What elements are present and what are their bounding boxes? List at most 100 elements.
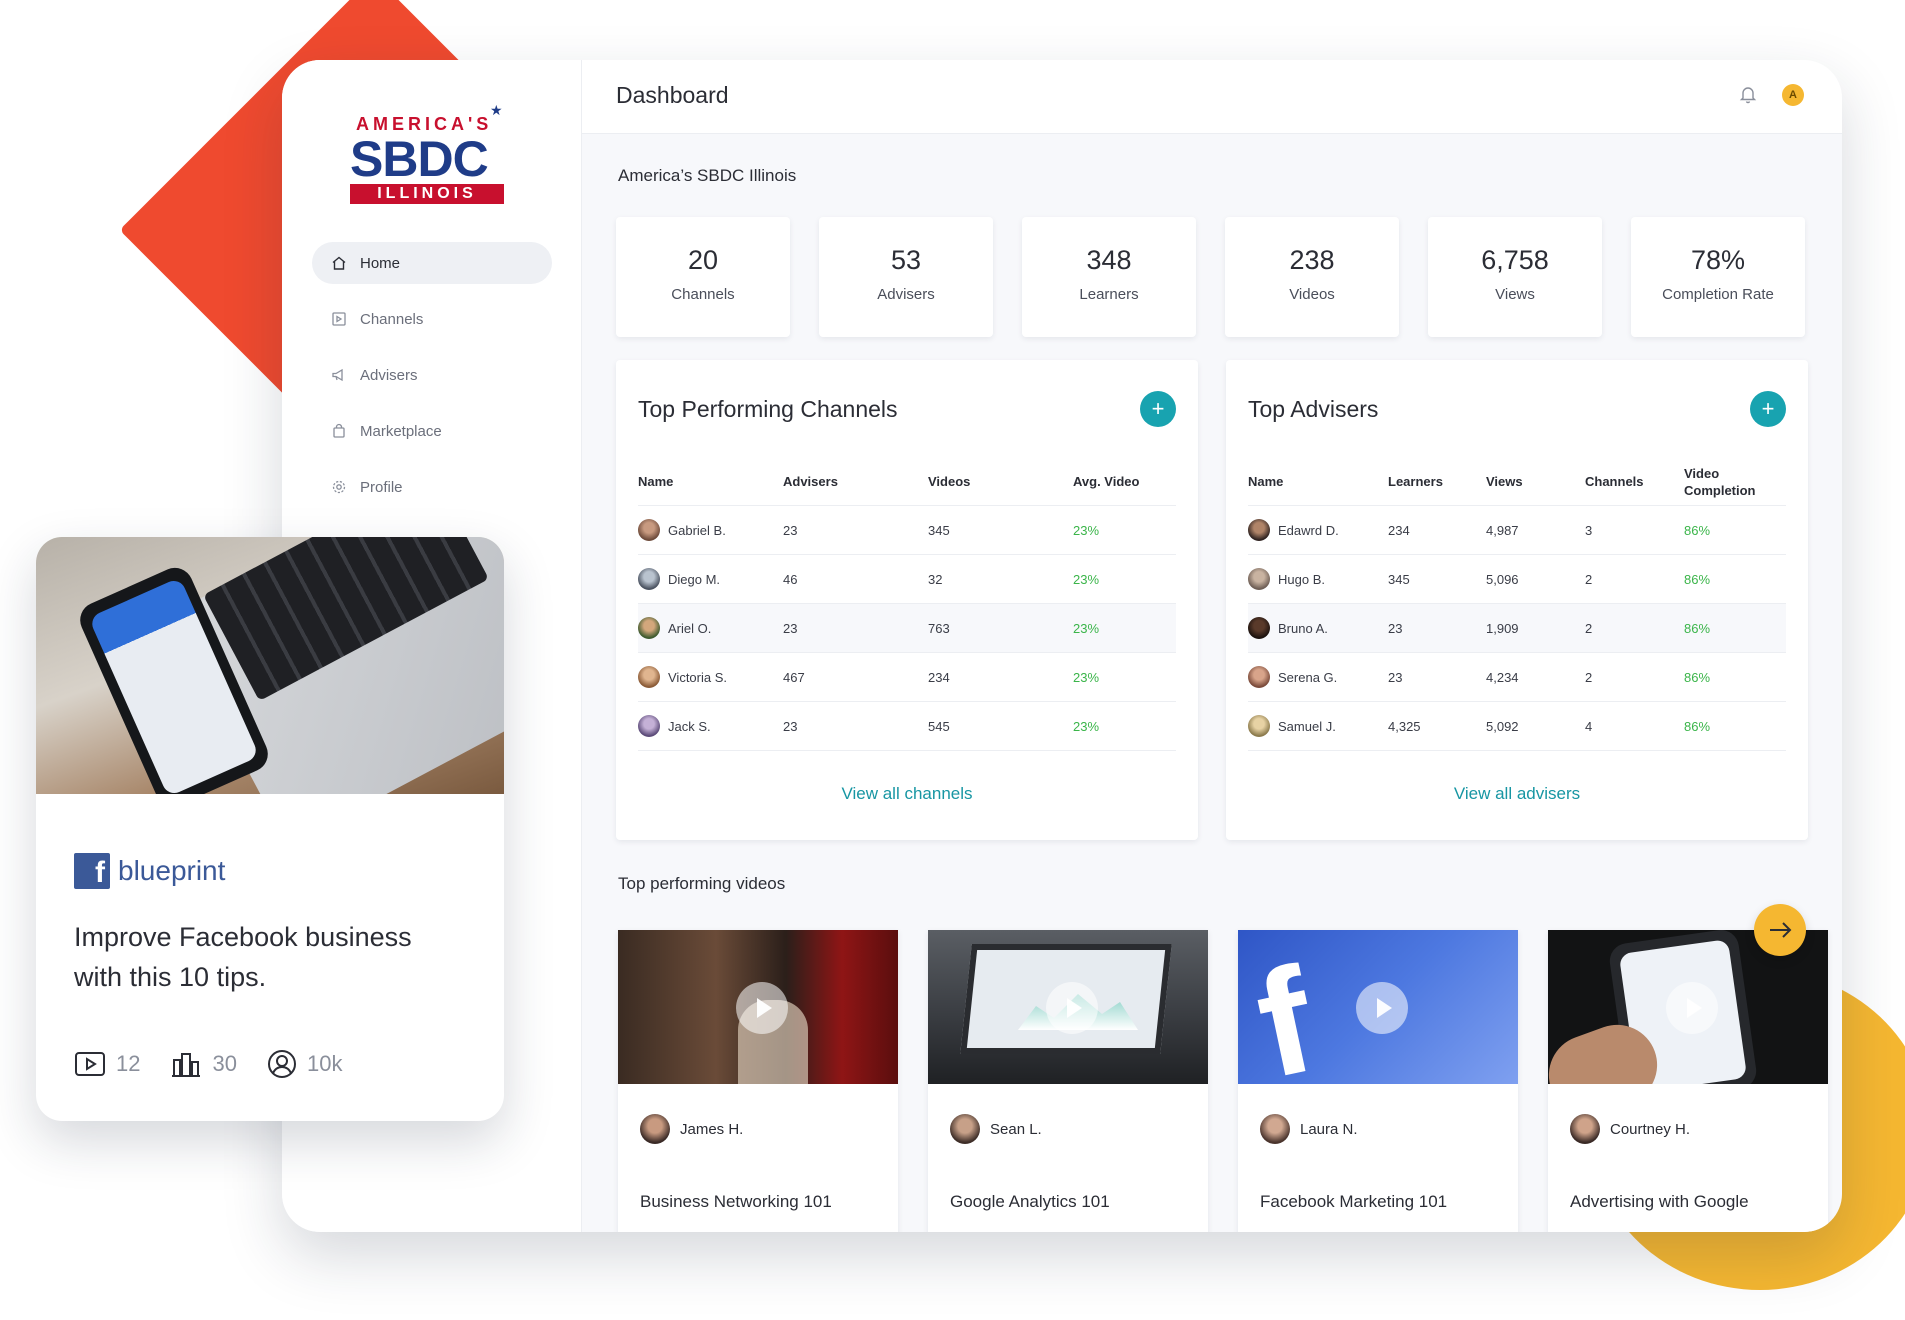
sbdc-logo[interactable]: ★ AMERICA'S SBDC ILLINOIS	[350, 100, 510, 210]
row-completion: 86%	[1684, 669, 1711, 685]
facebook-logo-icon: f	[1243, 934, 1328, 1084]
video-title[interactable]: Business Networking 101	[640, 1192, 832, 1212]
row-learners: 345	[1388, 571, 1410, 587]
column-header[interactable]: Name	[638, 474, 783, 489]
add-channel-button[interactable]: +	[1140, 391, 1176, 427]
video-card[interactable]: Sean L. Google Analytics 101	[928, 930, 1208, 1232]
sidebar-item-profile[interactable]: Profile	[312, 466, 552, 508]
sidebar-item-marketplace[interactable]: Marketplace	[312, 410, 552, 452]
video-title[interactable]: Google Analytics 101	[950, 1192, 1110, 1212]
column-header[interactable]: Videos	[928, 474, 1073, 489]
table-row[interactable]: Hugo B. 345 5,096 2 86%	[1248, 555, 1786, 604]
channels-table: Name Advisers Videos Avg. Video Gabriel …	[638, 458, 1176, 751]
row-videos: 545	[928, 718, 950, 734]
play-icon[interactable]	[1666, 982, 1718, 1034]
user-avatar[interactable]: A	[1782, 84, 1804, 106]
arrow-right-icon	[1770, 922, 1792, 938]
column-header[interactable]: Advisers	[783, 474, 928, 489]
view-all-channels-link[interactable]: View all channels	[616, 784, 1198, 804]
row-completion: 86%	[1684, 620, 1711, 636]
row-advisers: 46	[783, 571, 798, 587]
column-header[interactable]: Name	[1248, 474, 1388, 489]
video-card[interactable]: James H. Business Networking 101	[618, 930, 898, 1232]
sidebar-item-home[interactable]: Home	[312, 242, 552, 284]
video-author: Sean L.	[950, 1114, 1042, 1144]
video-title[interactable]: Facebook Marketing 101	[1260, 1192, 1447, 1212]
stat-label: Channels	[671, 286, 735, 303]
blueprint-card[interactable]: f blueprint Improve Facebook business wi…	[36, 537, 504, 1121]
video-thumbnail[interactable]	[618, 930, 898, 1084]
table-row[interactable]: Ariel O. 23 763 23%	[638, 604, 1176, 653]
add-adviser-button[interactable]: +	[1750, 391, 1786, 427]
sidebar-item-label: Marketplace	[360, 422, 442, 440]
avatar	[638, 715, 660, 737]
videos-count: 12	[116, 1051, 141, 1076]
table-row[interactable]: Samuel J. 4,325 5,092 4 86%	[1248, 702, 1786, 751]
panel-title: Top Performing Channels	[638, 396, 898, 422]
avatar	[640, 1114, 670, 1144]
play-icon[interactable]	[1356, 982, 1408, 1034]
row-name: Edawrd D.	[1278, 522, 1339, 538]
org-name: America’s SBDC Illinois	[618, 166, 797, 185]
play-icon[interactable]	[1046, 982, 1098, 1034]
row-views: 5,096	[1486, 571, 1519, 587]
stage: ★ AMERICA'S SBDC ILLINOIS Home Channels	[0, 0, 1905, 1320]
advisers-table: Name Learners Views Channels Video Compl…	[1248, 458, 1786, 751]
next-videos-button[interactable]	[1754, 904, 1806, 956]
avatar	[1248, 617, 1270, 639]
stat-label: Views	[1495, 286, 1535, 303]
column-header[interactable]: Video Completion	[1684, 465, 1780, 499]
blueprint-headline: Improve Facebook business with this 10 t…	[74, 922, 412, 992]
table-row[interactable]: Bruno A. 23 1,909 2 86%	[1248, 604, 1786, 653]
row-learners: 234	[1388, 522, 1410, 538]
table-row[interactable]: Victoria S. 467 234 23%	[638, 653, 1176, 702]
play-icon[interactable]	[736, 982, 788, 1034]
view-all-advisers-link[interactable]: View all advisers	[1226, 784, 1808, 804]
sidebar-item-advisers[interactable]: Advisers	[312, 354, 552, 396]
plus-icon: +	[1761, 396, 1775, 421]
video-card[interactable]: Courtney H. Advertising with Google	[1548, 930, 1828, 1232]
table-row[interactable]: Gabriel B. 23 345 23%	[638, 506, 1176, 555]
row-completion: 86%	[1684, 571, 1711, 587]
video-icon	[75, 1052, 105, 1076]
learners-count: 10k	[306, 1051, 343, 1076]
facebook-icon: f	[74, 853, 110, 889]
row-name: Hugo B.	[1278, 571, 1325, 587]
column-header[interactable]: Learners	[1388, 474, 1486, 489]
table-row[interactable]: Serena G. 23 4,234 2 86%	[1248, 653, 1786, 702]
avatar	[1248, 666, 1270, 688]
sidebar-item-label: Home	[360, 254, 401, 272]
row-advisers: 23	[783, 620, 798, 636]
stat-value: 78%	[1690, 245, 1746, 275]
stat-value: 238	[1289, 245, 1335, 275]
row-learners: 23	[1388, 669, 1403, 685]
table-row[interactable]: Diego M. 46 32 23%	[638, 555, 1176, 604]
avatar	[1248, 715, 1270, 737]
table-row[interactable]: Jack S. 23 545 23%	[638, 702, 1176, 751]
row-avg-video: 23%	[1073, 571, 1100, 587]
author-name: Courtney H.	[1610, 1120, 1691, 1138]
table-row[interactable]: Edawrd D. 234 4,987 3 86%	[1248, 506, 1786, 555]
row-avg-video: 23%	[1073, 669, 1100, 685]
bell-icon[interactable]	[1738, 84, 1760, 106]
video-author: Courtney H.	[1570, 1114, 1690, 1144]
video-title[interactable]: Advertising with Google	[1570, 1192, 1749, 1212]
row-channels: 2	[1585, 669, 1593, 685]
blueprint-meta: 12 30 10k	[74, 1049, 372, 1079]
column-header[interactable]: Views	[1486, 474, 1585, 489]
megaphone-icon	[330, 366, 348, 384]
row-videos: 32	[928, 571, 943, 587]
video-thumbnail[interactable]: f	[1238, 930, 1518, 1084]
stat-value: 6,758	[1481, 245, 1549, 275]
sidebar-item-channels[interactable]: Channels	[312, 298, 552, 340]
column-header[interactable]: Avg. Video	[1073, 474, 1176, 489]
video-card[interactable]: f Laura N. Facebook Marketing 101	[1238, 930, 1518, 1232]
column-header[interactable]: Channels	[1585, 474, 1684, 489]
video-thumbnail[interactable]	[928, 930, 1208, 1084]
row-name: Ariel O.	[668, 620, 712, 636]
row-name: Samuel J.	[1278, 718, 1336, 734]
channels-icon	[330, 310, 348, 328]
stat-label: Completion Rate	[1662, 286, 1774, 303]
sidebar-item-label: Profile	[360, 478, 403, 496]
author-name: Sean L.	[990, 1120, 1042, 1138]
